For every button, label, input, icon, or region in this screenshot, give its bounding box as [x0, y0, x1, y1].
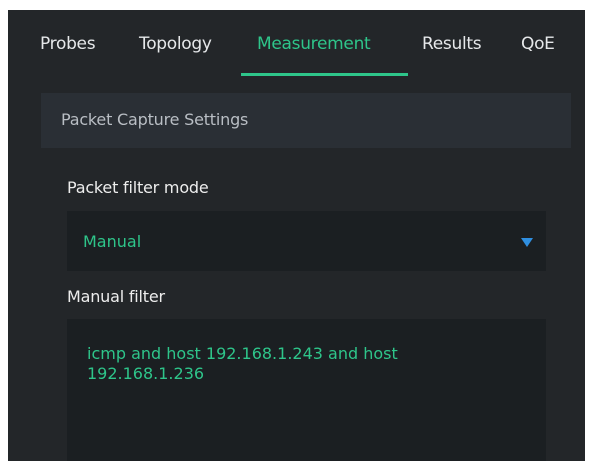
- tab-measurement[interactable]: Measurement: [257, 34, 371, 78]
- packet-filter-mode-value: Manual: [83, 232, 142, 251]
- tab-probes[interactable]: Probes: [40, 34, 96, 78]
- tab-qoe[interactable]: QoE: [521, 34, 555, 78]
- tab-bar: Probes Topology Measurement Results QoE: [8, 10, 585, 78]
- tab-results[interactable]: Results: [422, 34, 482, 78]
- packet-filter-mode-select[interactable]: Manual: [67, 211, 546, 271]
- active-tab-indicator: [241, 73, 408, 76]
- section-title: Packet Capture Settings: [61, 110, 249, 129]
- measurement-panel: Probes Topology Measurement Results QoE …: [8, 10, 585, 461]
- tab-topology[interactable]: Topology: [139, 34, 212, 78]
- packet-filter-mode-label: Packet filter mode: [67, 178, 209, 197]
- section-header[interactable]: Packet Capture Settings: [41, 93, 571, 148]
- triangle-down-icon: [521, 238, 533, 247]
- manual-filter-value: icmp and host 192.168.1.243 and host 192…: [87, 344, 398, 383]
- manual-filter-textarea[interactable]: icmp and host 192.168.1.243 and host 192…: [67, 319, 546, 461]
- manual-filter-label: Manual filter: [67, 287, 165, 306]
